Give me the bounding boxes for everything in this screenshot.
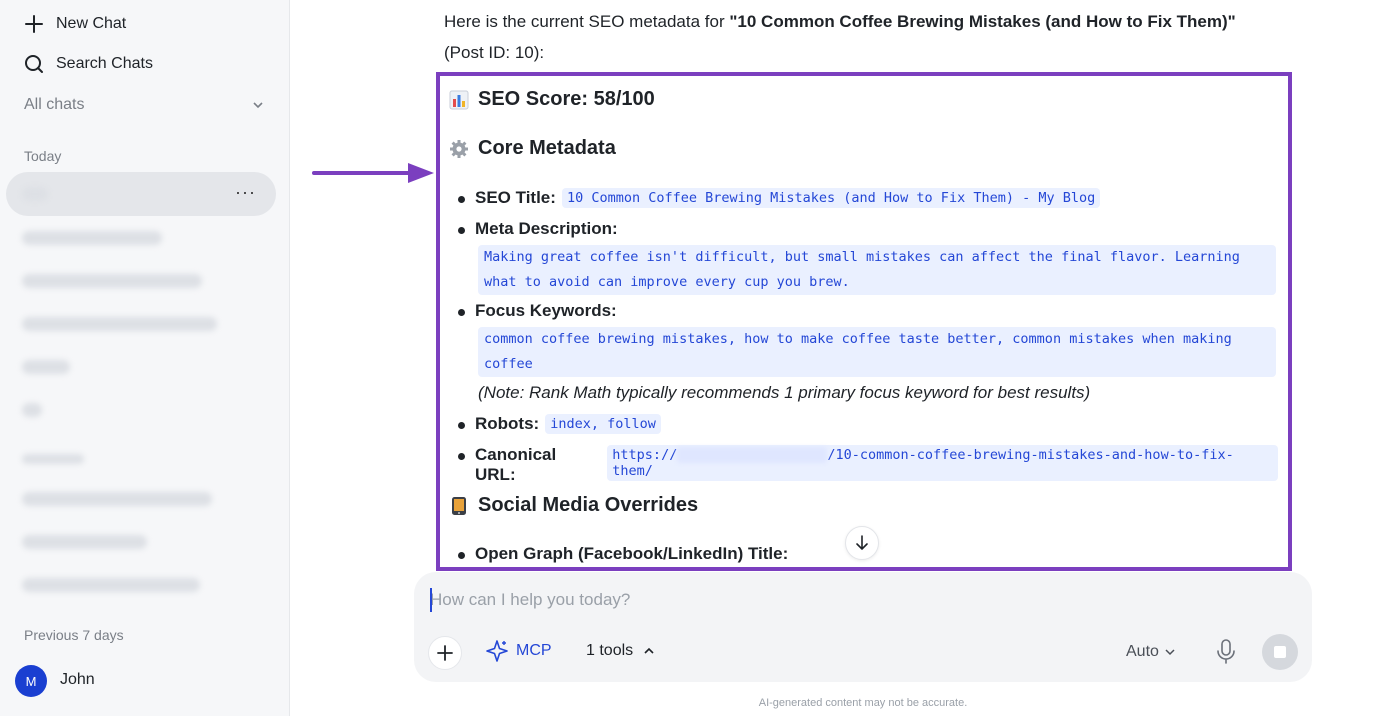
canonical-url-value: https:///10-common-coffee-brewing-mistak… bbox=[607, 445, 1278, 481]
user-name[interactable]: John bbox=[60, 671, 95, 689]
chat-item-active[interactable]: ··· bbox=[6, 172, 276, 216]
microphone-icon[interactable] bbox=[1214, 638, 1238, 666]
text-caret bbox=[430, 588, 432, 612]
all-chats-dropdown[interactable]: All chats bbox=[24, 96, 264, 114]
arrow-down-icon bbox=[856, 535, 868, 551]
post-title: "10 Common Coffee Brewing Mistakes (and … bbox=[729, 12, 1236, 31]
mobile-phone-icon bbox=[448, 495, 470, 517]
search-chats-label: Search Chats bbox=[56, 55, 153, 72]
seo-score-text: SEO Score: 58/100 bbox=[478, 88, 655, 110]
search-chats-button[interactable]: Search Chats bbox=[24, 54, 153, 74]
robots-label: Robots: bbox=[475, 414, 540, 433]
assistant-message-intro: Here is the current SEO metadata for "10… bbox=[444, 6, 1284, 68]
chevron-down-icon bbox=[1165, 649, 1175, 656]
gear-icon bbox=[448, 138, 470, 160]
intro-suffix: (Post ID: 10): bbox=[444, 43, 545, 62]
section-previous-7-days: Previous 7 days bbox=[24, 627, 124, 643]
redacted-domain bbox=[677, 447, 828, 463]
social-media-heading: Social Media Overrides bbox=[448, 494, 698, 517]
mcp-label: MCP bbox=[516, 642, 552, 659]
mcp-button[interactable]: MCP bbox=[486, 640, 552, 662]
search-icon bbox=[25, 55, 43, 73]
meta-description-value: Making great coffee isn't difficult, but… bbox=[478, 245, 1276, 295]
social-media-text: Social Media Overrides bbox=[478, 494, 699, 516]
list-item[interactable] bbox=[22, 492, 212, 506]
list-item-seo-title: SEO Title: 10 Common Coffee Brewing Mist… bbox=[458, 188, 1101, 208]
chat-input[interactable]: How can I help you today? bbox=[430, 590, 630, 610]
more-options-icon[interactable]: ··· bbox=[235, 182, 256, 203]
chevron-down-icon bbox=[253, 102, 263, 109]
focus-keywords-value: common coffee brewing mistakes, how to m… bbox=[478, 327, 1276, 377]
avatar[interactable]: M bbox=[15, 665, 47, 697]
scroll-to-bottom-button[interactable] bbox=[845, 526, 879, 560]
attach-button[interactable] bbox=[428, 636, 462, 670]
sidebar: New Chat Search Chats All chats Today ··… bbox=[0, 0, 290, 716]
model-selector[interactable]: Auto bbox=[1126, 643, 1175, 661]
canonical-url-prefix: https:// bbox=[612, 447, 678, 463]
list-item[interactable] bbox=[22, 231, 162, 245]
focus-keyword-note: (Note: Rank Math typically recommends 1 … bbox=[478, 383, 1091, 402]
stop-button[interactable] bbox=[1262, 634, 1298, 670]
core-metadata-heading: Core Metadata bbox=[448, 137, 616, 160]
section-today: Today bbox=[24, 148, 62, 164]
stop-icon bbox=[1274, 646, 1286, 658]
list-item[interactable] bbox=[22, 403, 42, 417]
list-item[interactable] bbox=[22, 360, 70, 374]
list-item-canonical-url: Canonical URL: https:///10-common-coffee… bbox=[458, 445, 1278, 485]
seo-score-heading: SEO Score: 58/100 bbox=[448, 88, 655, 111]
redacted-section-label bbox=[22, 454, 84, 464]
plus-icon bbox=[437, 645, 453, 661]
new-chat-button[interactable]: New Chat bbox=[24, 14, 126, 34]
og-title-label: Open Graph (Facebook/LinkedIn) Title: bbox=[475, 544, 789, 563]
seo-metadata-highlight-frame: SEO Score: 58/100 Core Metadata SEO Titl… bbox=[436, 72, 1292, 571]
canonical-url-label: Canonical URL: bbox=[475, 445, 557, 484]
composer: How can I help you today? MCP 1 tools Au… bbox=[414, 572, 1312, 682]
seo-title-value: 10 Common Coffee Brewing Mistakes (and H… bbox=[561, 188, 1101, 208]
list-item-og-title: Open Graph (Facebook/LinkedIn) Title: bbox=[458, 544, 788, 564]
plus-icon bbox=[25, 15, 43, 33]
list-item[interactable] bbox=[22, 578, 200, 592]
list-item-robots: Robots: index, follow bbox=[458, 414, 661, 434]
meta-description-label: Meta Description: bbox=[475, 219, 618, 238]
list-item-meta-description: Meta Description: bbox=[458, 219, 618, 239]
list-item[interactable] bbox=[22, 274, 202, 288]
core-metadata-text: Core Metadata bbox=[478, 137, 616, 159]
intro-prefix: Here is the current SEO metadata for bbox=[444, 12, 730, 31]
bar-chart-icon bbox=[448, 89, 470, 111]
list-item[interactable] bbox=[22, 535, 147, 549]
tools-toggle[interactable]: 1 tools bbox=[586, 642, 655, 660]
new-chat-label: New Chat bbox=[56, 15, 127, 32]
disclaimer: AI-generated content may not be accurate… bbox=[758, 697, 968, 709]
sparkle-icon bbox=[486, 640, 508, 662]
list-item[interactable] bbox=[22, 317, 217, 331]
focus-keywords-label: Focus Keywords: bbox=[475, 301, 617, 320]
all-chats-label: All chats bbox=[24, 96, 85, 113]
redacted-chat-title bbox=[22, 187, 48, 201]
robots-value: index, follow bbox=[545, 414, 661, 434]
model-label: Auto bbox=[1126, 643, 1159, 660]
annotation-arrow-icon bbox=[312, 163, 434, 183]
chevron-up-icon bbox=[644, 647, 654, 654]
seo-title-label: SEO Title: bbox=[475, 188, 556, 207]
tools-label: 1 tools bbox=[586, 642, 634, 659]
list-item-focus-keywords: Focus Keywords: bbox=[458, 301, 617, 321]
